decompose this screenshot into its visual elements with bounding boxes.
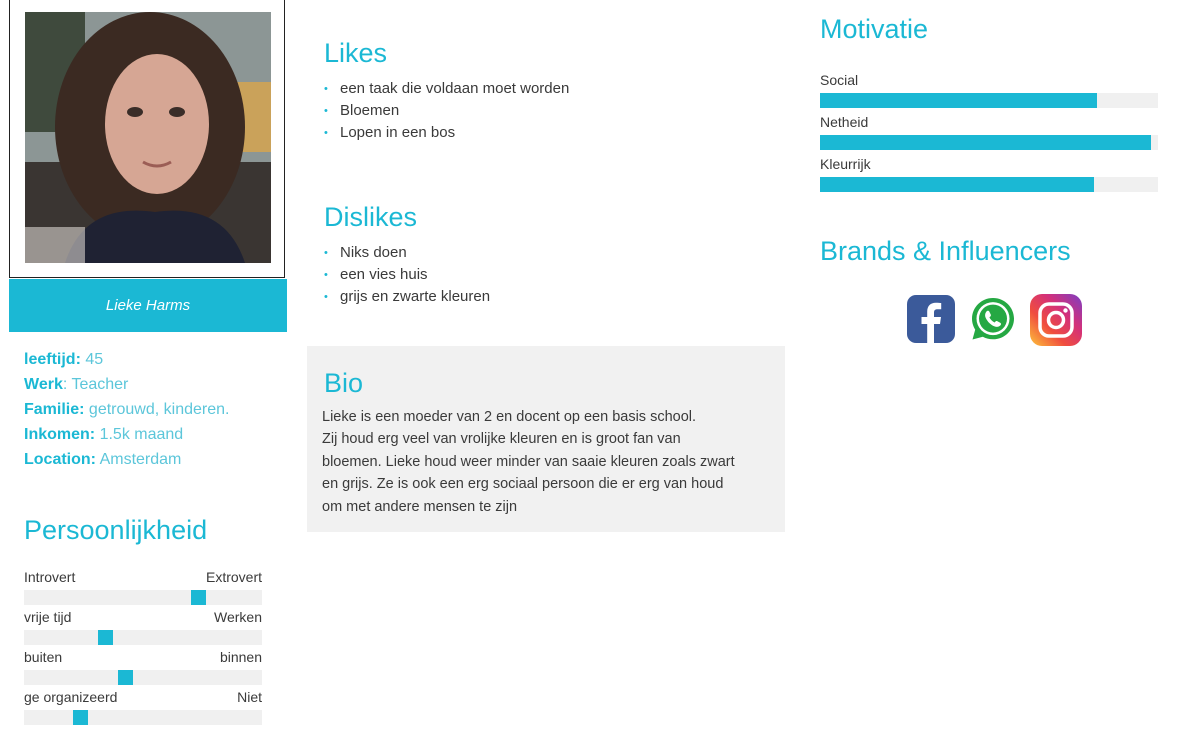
profile-name: Lieke Harms [9, 279, 287, 332]
detail-location: Location: Amsterdam [24, 451, 182, 468]
profile-photo-frame [9, 0, 285, 278]
trait-row: vrije tijd Werken [24, 609, 262, 645]
whatsapp-icon[interactable] [970, 296, 1016, 347]
bio-text: Lieke is een moeder van 2 en docent op e… [322, 406, 772, 518]
trait-left-label: vrije tijd [24, 609, 72, 625]
motivation-label: Kleurrijk [820, 156, 871, 172]
trait-left-label: buiten [24, 649, 63, 665]
dislikes-list: Niks doen een vies huis grijs en zwarte … [324, 242, 490, 308]
bio-line: Lieke is een moeder van 2 en docent op e… [322, 409, 697, 425]
bio-title: Bio [324, 368, 364, 398]
personality-traits: Introvert Extrovert vrije tijd Werken buit… [24, 569, 262, 725]
facebook-icon[interactable] [907, 295, 955, 348]
person-photo-illustration [25, 12, 271, 263]
trait-right-label: Niet [237, 689, 262, 705]
list-item: een vies huis [324, 264, 490, 286]
motivation-row: Social [820, 72, 1158, 108]
bio-panel: Bio Lieke is een moeder van 2 en docent … [307, 346, 785, 532]
motivation-row: Netheid [820, 114, 1158, 150]
profile-photo [25, 12, 271, 263]
detail-family: Familie: getrouwd, kinderen. [24, 401, 230, 418]
trait-right-label: Extrovert [205, 569, 262, 585]
motivation-row: Kleurrijk [820, 156, 1158, 192]
personality-title: Persoonlijkheid [24, 515, 208, 545]
brands-title: Brands & Influencers [820, 236, 1071, 266]
motivation-fill [820, 177, 1094, 192]
trait-right-label: binnen [219, 649, 262, 665]
list-item: grijs en zwarte kleuren [324, 286, 490, 308]
trait-knob [118, 670, 133, 685]
list-item: Lopen in een bos [324, 122, 569, 144]
list-item: Niks doen [324, 242, 490, 264]
trait-left-label: Introvert [24, 569, 76, 585]
trait-slider [24, 670, 262, 685]
trait-row: buiten binnen [24, 649, 262, 685]
motivation-title: Motivatie [820, 14, 929, 44]
trait-slider [24, 630, 262, 645]
motivation-label: Netheid [820, 114, 869, 130]
trait-row: Introvert Extrovert [24, 569, 262, 605]
motivation-bars: Social Netheid Kleurrijk [820, 72, 1158, 192]
list-item: een taak die voldaan moet worden [324, 78, 569, 100]
detail-income: Inkomen: 1.5k maand [24, 426, 184, 443]
motivation-fill [820, 93, 1098, 108]
trait-slider [24, 590, 262, 605]
likes-list: een taak die voldaan moet worden Bloemen… [324, 78, 569, 144]
bio-line: Zij houd erg veel van vrolijke kleuren e… [322, 431, 681, 448]
trait-knob [98, 630, 113, 645]
bio-line: bloemen. Lieke houd weer minder van saai… [322, 453, 735, 470]
dislikes-title: Dislikes [324, 202, 418, 232]
trait-left-label: ge organizeerd [24, 689, 118, 705]
list-item: Bloemen [324, 100, 569, 122]
likes-title: Likes [324, 38, 388, 68]
trait-knob [191, 590, 206, 605]
trait-slider [24, 710, 262, 725]
trait-knob [73, 710, 88, 725]
motivation-bar [820, 135, 1158, 150]
detail-work: Werk: Teacher [24, 376, 129, 393]
motivation-bar [820, 177, 1158, 192]
bio-line: om met andere mensen te zijn [322, 498, 518, 515]
profile-details: leeftijd: 45 Werk: Teacher Familie: getr… [24, 347, 229, 472]
instagram-icon[interactable] [1030, 294, 1082, 351]
detail-age: leeftijd: 45 [24, 351, 104, 368]
motivation-fill [820, 135, 1152, 150]
trait-right-label: Werken [214, 609, 262, 625]
motivation-bar [820, 93, 1158, 108]
trait-row: ge organizeerd Niet [24, 689, 262, 725]
motivation-label: Social [820, 72, 859, 88]
bio-line: en grijs. Ze is ook een erg sociaal pers… [322, 476, 724, 493]
